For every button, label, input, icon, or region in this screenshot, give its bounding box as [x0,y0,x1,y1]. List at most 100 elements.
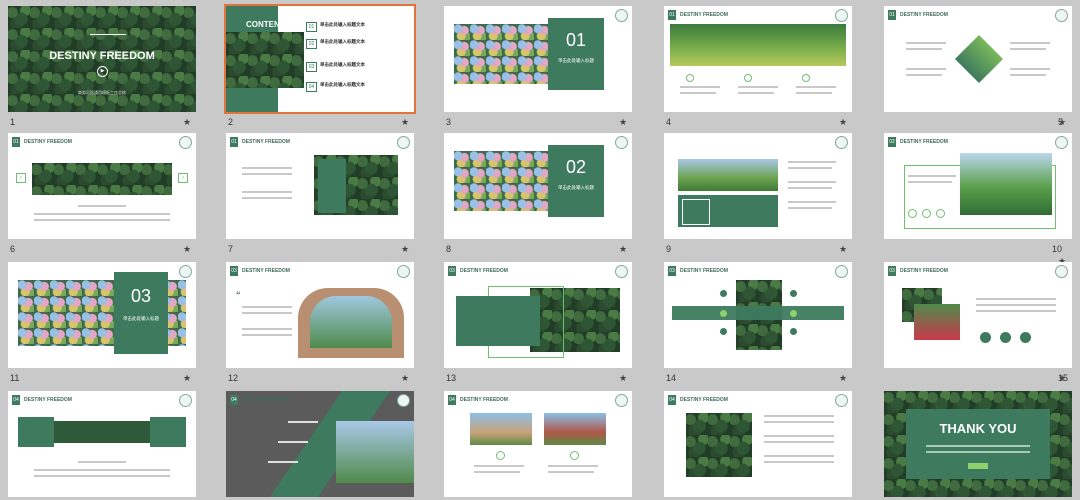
contents-list: 01 单击此处输入标题文本 02 单击此处输入标题文本 03 单击此处输入标题文… [306,22,406,98]
star-icon[interactable]: ★ [839,244,847,255]
star-icon[interactable]: ★ [401,244,409,255]
star-icon[interactable]: ★ [839,373,847,384]
slide-thumbnail-7[interactable]: 01 DESTINY FREEDOM [226,133,414,239]
window-photo [298,288,404,358]
list-item-number: 04 [306,82,317,92]
slide-header: DESTINY FREEDOM [242,268,290,274]
star-icon[interactable]: ★ [619,244,627,255]
slide-thumbnail-17[interactable]: 04 DESTINY FREEDOM [226,391,414,497]
list-item-label: 单击此处输入标题文本 [320,39,365,44]
slide-thumbnail-20[interactable]: THANK YOU [884,391,1072,497]
list-item-label: 单击此处输入标题文本 [320,82,365,87]
thanks-title: THANK YOU [939,421,1017,436]
section-block: 03 单击此处输入标题 [114,272,168,354]
star-icon[interactable]: ★ [1058,373,1066,384]
section-number: 03 [130,286,152,306]
logo-badge [179,136,192,149]
slide-number: 14 [666,373,677,383]
slide-number: 1 [10,117,16,127]
landscape-photo [678,159,778,191]
list-item-label: 单击此处输入标题文本 [320,22,365,27]
slide-thumbnail-11[interactable]: 03 单击此处输入标题 [8,262,196,368]
slide-thumbnail-4[interactable]: 01 DESTINY FREEDOM [664,6,852,112]
leaf-icon [802,74,810,82]
slide-number: 6 [10,244,16,254]
slide-title: DESTINY FREEDOM [49,50,155,62]
slide-header: DESTINY FREEDOM [24,397,72,403]
slide-thumbnail-14[interactable]: 03 DESTINY FREEDOM [664,262,852,368]
logo-badge [615,265,628,278]
slide-thumbnail-12[interactable]: 03 DESTINY FREEDOM “ [226,262,414,368]
slide-thumbnail-2[interactable]: CONTENTS 01 单击此处输入标题文本 02 单击此处输入标题文本 03 … [224,4,416,114]
slide-number: 9 [666,244,672,254]
section-tag: 01 [668,10,676,20]
diamond-photo [954,34,1004,84]
play-icon: ▶ [97,66,108,77]
star-icon[interactable]: ★ [183,117,191,128]
slide-thumbnail-5[interactable]: 01 DESTINY FREEDOM [884,6,1072,112]
slide-thumbnail-3[interactable]: 01 单击此处输入标题 [444,6,632,112]
slide-number: 2 [228,117,234,127]
thanks-panel: THANK YOU [906,409,1050,479]
slide-header: DESTINY FREEDOM [24,139,72,145]
slide-thumbnail-9[interactable] [664,133,852,239]
star-icon[interactable]: ★ [619,117,627,128]
star-icon[interactable]: ★ [839,117,847,128]
slide-header: DESTINY FREEDOM [460,397,508,403]
photo-2 [914,304,960,340]
slide-header: DESTINY FREEDOM [680,12,728,18]
section-label: 单击此处输入标题 [123,316,159,321]
slide-thumbnail-1[interactable]: DESTINY FREEDOM ▶ 商务风格通用模板工作总结 [8,6,196,112]
star-icon[interactable]: ★ [1058,117,1066,128]
star-icon[interactable]: ★ [183,244,191,255]
section-tag: 02 [888,137,896,147]
logo-badge [1055,265,1068,278]
list-item-label: 单击此处输入标题文本 [320,62,365,67]
building-photo [336,421,414,483]
logo-badge [397,394,410,407]
section-tag: 03 [668,266,676,276]
slide-thumbnail-6[interactable]: 01 DESTINY FREEDOM ‹ › [8,133,196,239]
section-block: 01 单击此处输入标题 [548,18,604,90]
logo-badge [179,394,192,407]
section-tag: 01 [12,137,20,147]
logo-badge [615,136,628,149]
slide-number: 12 [228,373,239,383]
logo-badge [397,136,410,149]
section-label: 单击此处输入标题 [558,185,594,190]
logo-badge [1055,9,1068,22]
star-icon[interactable]: ★ [401,373,409,384]
leaf-icon [686,74,694,82]
slide-number: 4 [666,117,672,127]
star-icon[interactable]: ★ [619,373,627,384]
section-tag: 04 [230,395,238,405]
slide-thumbnail-8[interactable]: 02 单击此处输入标题 [444,133,632,239]
forest-photo [686,413,752,477]
slide-thumbnail-10[interactable]: 02 DESTINY FREEDOM [884,133,1072,239]
slide-header: DESTINY FREEDOM [242,397,290,403]
thanks-button[interactable] [968,463,988,469]
leaf-icon [744,74,752,82]
slide-number: 8 [446,244,452,254]
slide-thumbnail-19[interactable]: 04 DESTINY FREEDOM [664,391,852,497]
gallery-photos [32,163,172,195]
slide-thumbnail-15[interactable]: 03 DESTINY FREEDOM [884,262,1072,368]
section-tag: 04 [448,395,456,405]
frame-line [90,34,126,45]
slide-thumbnail-16[interactable]: 04 DESTINY FREEDOM [8,391,196,497]
logo-badge [615,394,628,407]
tree-photo [960,153,1052,215]
section-number: 02 [565,157,587,177]
city-photo-2 [544,413,606,445]
flower-photo [454,151,554,211]
slide-number: 13 [446,373,457,383]
prev-arrow-icon[interactable]: ‹ [16,173,26,183]
star-icon[interactable]: ★ [183,373,191,384]
slide-number: 11 [10,373,20,383]
slide-thumbnail-13[interactable]: 03 DESTINY FREEDOM [444,262,632,368]
star-icon[interactable]: ★ [401,117,409,128]
slide-header: DESTINY FREEDOM [680,268,728,274]
next-arrow-icon[interactable]: › [178,173,188,183]
slide-thumbnail-18[interactable]: 04 DESTINY FREEDOM [444,391,632,497]
slide-header: DESTINY FREEDOM [680,397,728,403]
